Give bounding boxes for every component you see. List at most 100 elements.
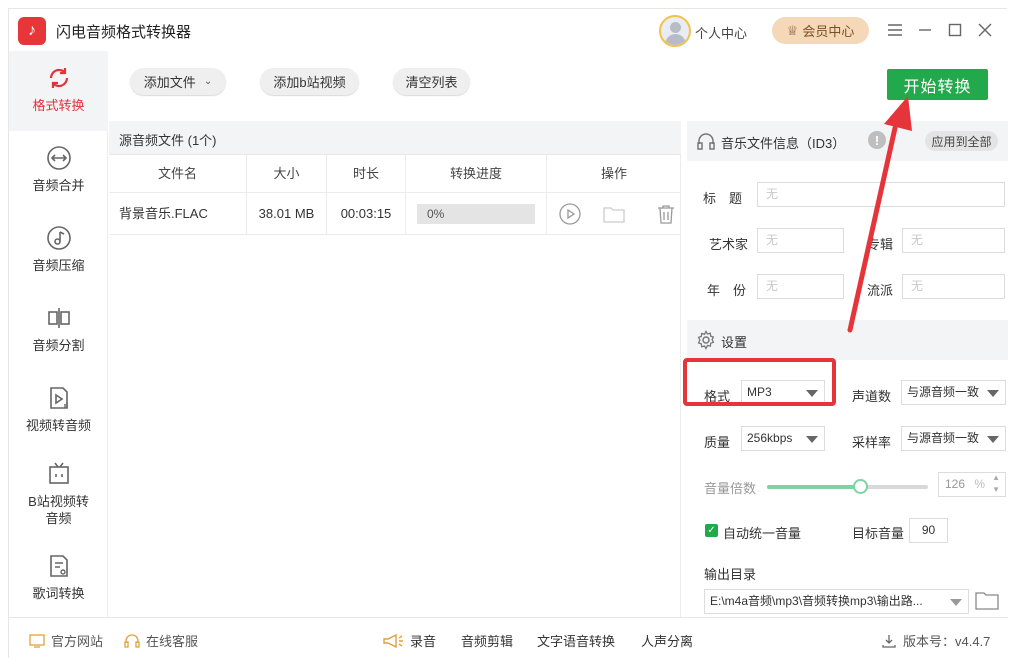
- volume-input[interactable]: 126 % ▲ ▼: [938, 472, 1006, 497]
- artist-field[interactable]: 无: [757, 228, 844, 253]
- album-field[interactable]: 无: [902, 228, 1005, 253]
- output-dir-label: 输出目录: [704, 567, 757, 582]
- artist-field-label: 艺术家: [709, 237, 749, 252]
- online-service-label: 在线客服: [146, 634, 199, 649]
- monitor-icon: [29, 633, 45, 648]
- add-file-label: 添加文件: [143, 75, 196, 90]
- sidebar-item-audio-compress[interactable]: 音频压缩: [9, 211, 108, 291]
- lyrics-icon: [49, 555, 68, 577]
- year-field[interactable]: 无: [757, 274, 844, 299]
- vip-center-button[interactable]: ♕ 会员中心: [772, 17, 869, 44]
- samplerate-label: 采样率: [852, 435, 892, 450]
- year-field-label: 年 份: [707, 283, 747, 298]
- folder-icon[interactable]: [603, 203, 625, 225]
- sidebar-item-video-to-audio[interactable]: 视频转音频: [9, 371, 108, 451]
- app-logo-icon: ♪: [18, 17, 46, 45]
- app-window: ♪ 闪电音频格式转换器 个人中心 ♕ 会员中心 格式转换 音频合并 音频压缩 音…: [8, 8, 1008, 659]
- menu-icon[interactable]: [884, 19, 906, 41]
- samplerate-select[interactable]: 与源音频一致: [901, 426, 1006, 451]
- genre-field[interactable]: 无: [902, 274, 1005, 299]
- warning-icon[interactable]: !: [868, 131, 886, 149]
- record-link[interactable]: 录音: [382, 631, 436, 650]
- chevron-down-icon[interactable]: ⌄: [204, 76, 212, 87]
- sidebar-item-format-convert[interactable]: 格式转换: [9, 51, 108, 131]
- browse-folder-icon[interactable]: [974, 588, 1000, 612]
- music-note-icon: [46, 226, 71, 250]
- volume-slider-handle[interactable]: [853, 479, 869, 494]
- progress-bar: 0%: [417, 204, 535, 224]
- avatar[interactable]: [659, 15, 691, 47]
- volume-value: 126: [945, 477, 966, 491]
- title-bar: ♪ 闪电音频格式转换器 个人中心 ♕ 会员中心: [9, 9, 1008, 51]
- sidebar-item-label: 格式转换: [32, 98, 85, 113]
- app-title: 闪电音频格式转换器: [56, 24, 192, 41]
- personal-center-link[interactable]: 个人中心: [695, 23, 747, 42]
- sidebar-item-lyrics-convert[interactable]: 歌词转换: [9, 541, 108, 621]
- clear-list-button[interactable]: 清空列表: [393, 68, 470, 95]
- file-list-title: 源音频文件 (1个): [119, 133, 217, 148]
- album-field-label: 专辑: [867, 237, 894, 252]
- add-bilibili-video-button[interactable]: 添加b站视频: [260, 68, 359, 95]
- quality-label: 质量: [704, 435, 731, 450]
- toolbar: 添加文件 ⌄ 添加b站视频 清空列表 开始转换: [109, 51, 1008, 123]
- sidebar-item-label: 歌词转换: [32, 586, 85, 601]
- dropdown-arrow-icon: [987, 436, 999, 443]
- quality-value: 256kbps: [747, 431, 793, 445]
- file-size-cell: 38.01 MB: [247, 193, 327, 235]
- output-dir-select[interactable]: E:\m4a音频\mp3\音频转换mp3\输出路...: [704, 589, 969, 614]
- sidebar-item-audio-merge[interactable]: 音频合并: [9, 131, 108, 211]
- add-file-button[interactable]: 添加文件 ⌄: [130, 68, 226, 95]
- samplerate-value: 与源音频一致: [907, 431, 980, 445]
- quality-select[interactable]: 256kbps: [741, 426, 825, 451]
- close-icon[interactable]: [974, 19, 996, 41]
- column-header-actions: 操作: [600, 166, 627, 181]
- online-service-link[interactable]: 在线客服: [124, 631, 198, 650]
- title-field[interactable]: 无: [757, 182, 1005, 207]
- audio-clip-link[interactable]: 音频剪辑: [461, 631, 513, 650]
- settings-title: 设置: [721, 335, 748, 350]
- start-convert-button[interactable]: 开始转换: [887, 69, 988, 100]
- volume-label: 音量倍数: [704, 481, 757, 496]
- channel-value: 与源音频一致: [907, 385, 980, 399]
- crown-icon: ♕: [786, 22, 799, 38]
- video-to-audio-icon: [49, 387, 68, 409]
- sidebar-item-label: B站视频转: [28, 494, 89, 509]
- sidebar: 格式转换 音频合并 音频压缩 音频分割 视频转音频 B站视频转 音频 歌词转换: [9, 51, 108, 617]
- maximize-icon[interactable]: [944, 19, 966, 41]
- table-row[interactable]: 背景音乐.FLAC 38.01 MB 00:03:15 0%: [109, 193, 681, 235]
- volume-slider[interactable]: [767, 479, 928, 494]
- column-header-progress: 转换进度: [406, 155, 547, 193]
- merge-icon: [46, 146, 71, 170]
- tv-icon: [48, 462, 69, 484]
- official-website-link[interactable]: 官方网站: [29, 631, 103, 650]
- minimize-icon[interactable]: [914, 19, 936, 41]
- text-to-speech-link[interactable]: 文字语音转换: [537, 631, 615, 650]
- version-info: 版本号：v4.4.7: [881, 631, 990, 650]
- dropdown-arrow-icon: [987, 390, 999, 397]
- play-icon[interactable]: [559, 203, 581, 225]
- dropdown-arrow-icon: [806, 436, 818, 443]
- progress-text: 0%: [427, 207, 445, 221]
- sidebar-item-label: 视频转音频: [25, 418, 91, 433]
- target-volume-input[interactable]: 90: [909, 518, 948, 543]
- gear-icon: [697, 330, 715, 350]
- auto-volume-label: 自动统一音量: [723, 526, 802, 541]
- apply-to-all-button[interactable]: 应用到全部: [925, 131, 998, 151]
- record-label: 录音: [410, 634, 437, 649]
- sidebar-item-bilibili-to-audio[interactable]: B站视频转 音频: [9, 451, 108, 541]
- genre-field-label: 流派: [867, 283, 894, 298]
- sidebar-item-label: 音频压缩: [32, 258, 85, 273]
- file-list-header: 源音频文件 (1个): [109, 121, 681, 155]
- sidebar-item-audio-split[interactable]: 音频分割: [9, 291, 108, 371]
- trash-icon[interactable]: [655, 203, 677, 225]
- target-volume-label: 目标音量: [852, 526, 905, 541]
- channel-select[interactable]: 与源音频一致: [901, 380, 1006, 405]
- music-info-title: 音乐文件信息（ID3）: [721, 136, 846, 151]
- vocal-separation-link[interactable]: 人声分离: [641, 631, 693, 650]
- headphones-icon: [697, 133, 715, 150]
- stepper-icon[interactable]: ▲ ▼: [992, 472, 1000, 496]
- sidebar-item-label-line2: 音频: [45, 511, 72, 526]
- vip-center-label: 会员中心: [802, 24, 855, 39]
- auto-volume-checkbox[interactable]: ✓: [705, 524, 718, 537]
- music-info-header: 音乐文件信息（ID3） ! 应用到全部: [687, 121, 1008, 161]
